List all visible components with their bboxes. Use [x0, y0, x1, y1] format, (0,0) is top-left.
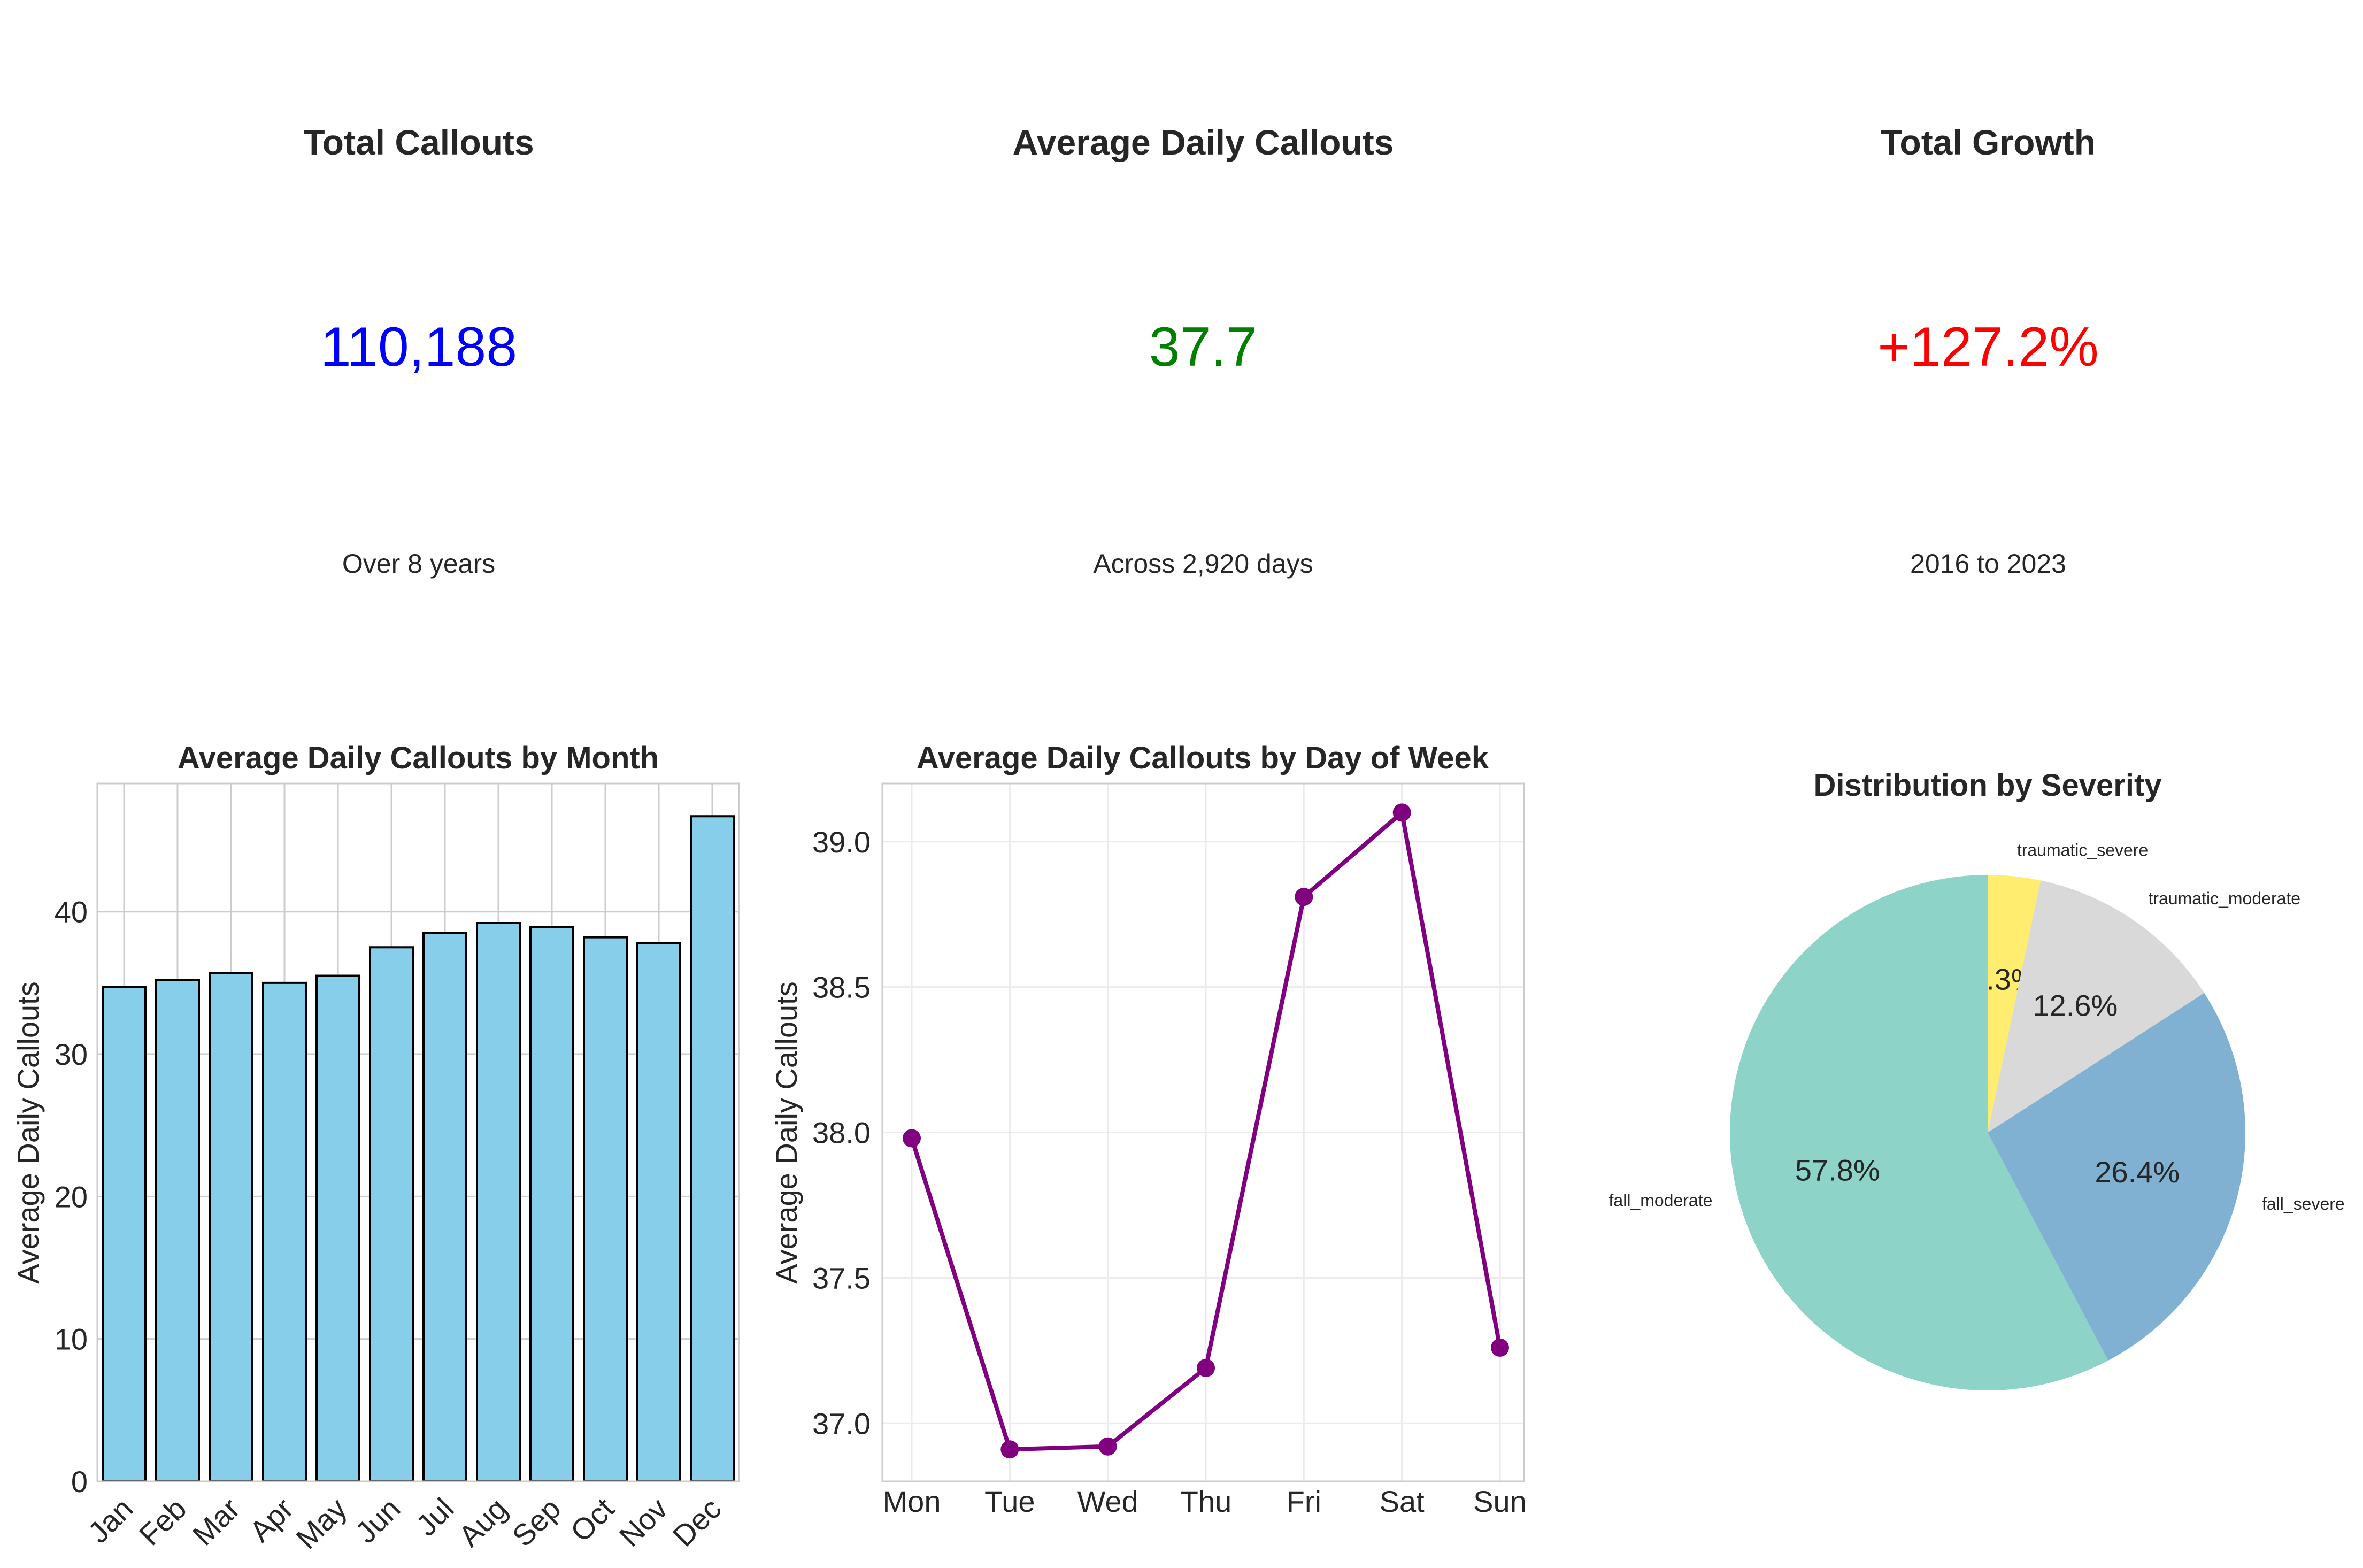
- bar: [102, 986, 147, 1482]
- bar-chart-y-axis-label: Average Daily Callouts: [11, 981, 45, 1283]
- data-point: [1098, 1437, 1117, 1456]
- bar: [369, 946, 414, 1482]
- pie-category-label: fall_moderate: [1609, 1191, 1713, 1210]
- line-chart-x-tick-label: Thu: [1180, 1485, 1232, 1518]
- bar-chart-x-tick-label: Sep: [505, 1492, 567, 1553]
- line-chart-y-tick-label: 38.5: [812, 971, 871, 1004]
- charts-canvas: Average Daily Callouts by Month Average …: [11, 741, 2345, 1555]
- bar-chart-y-tick-label: 20: [55, 1180, 88, 1213]
- bar-chart-x-tick-label: Apr: [243, 1492, 299, 1548]
- data-point: [1000, 1440, 1019, 1459]
- bar-chart-y-tick-label: 40: [55, 895, 88, 929]
- line-chart-x-tick-label: Fri: [1287, 1485, 1321, 1518]
- pie-category-label: traumatic_severe: [2017, 841, 2148, 860]
- line-chart-y-tick-label: 39.0: [812, 825, 871, 859]
- line-chart-x-tick-label: Mon: [883, 1485, 941, 1518]
- pie-percent-label: 26.4%: [2095, 1155, 2180, 1189]
- bar-chart-x-tick-label: Nov: [613, 1492, 674, 1553]
- data-point: [1392, 803, 1411, 822]
- bar-chart-x-tick-label: Jan: [81, 1492, 139, 1549]
- bar: [315, 974, 360, 1482]
- line-chart-x-tick-label: Tue: [984, 1485, 1035, 1518]
- line-chart-x-tick-label: Wed: [1077, 1485, 1138, 1518]
- bar-chart-x-tick-label: Jul: [409, 1492, 460, 1542]
- data-point: [1491, 1338, 1509, 1357]
- pie-percent-label: 57.8%: [1795, 1154, 1880, 1187]
- pie-category-label: fall_severe: [2262, 1194, 2345, 1213]
- weekday-line-chart: Average Daily Callouts by Day of Week Av…: [769, 741, 1527, 1518]
- bar: [262, 981, 307, 1483]
- monthly-bar-chart: Average Daily Callouts by Month Average …: [11, 741, 740, 1555]
- line-chart-y-tick-label: 38.0: [812, 1116, 871, 1150]
- bar: [209, 972, 253, 1482]
- data-point: [1295, 888, 1313, 906]
- bar-chart-x-tick-label: Aug: [452, 1492, 513, 1553]
- bar-chart-x-tick-label: Jun: [349, 1492, 406, 1549]
- line-chart-y-axis-label: Average Daily Callouts: [769, 981, 803, 1283]
- pie-percent-label: 12.6%: [2033, 989, 2118, 1023]
- line-chart-x-tick-label: Sun: [1473, 1485, 1527, 1518]
- line-chart-y-tick-label: 37.5: [812, 1261, 871, 1295]
- line-chart-title: Average Daily Callouts by Day of Week: [917, 741, 1489, 775]
- bar-chart-y-tick-label: 30: [55, 1037, 88, 1071]
- pie-category-label: traumatic_moderate: [2149, 889, 2301, 908]
- bar-chart-x-tick-label: Dec: [666, 1492, 728, 1553]
- bar-chart-x-tick-label: Feb: [133, 1492, 193, 1552]
- data-point: [1197, 1358, 1215, 1377]
- bar-chart-y-tick-label: 0: [71, 1465, 88, 1498]
- bar: [422, 932, 467, 1482]
- bar: [583, 936, 628, 1483]
- bar: [155, 979, 200, 1482]
- bar: [476, 922, 521, 1482]
- pie-chart-title: Distribution by Severity: [1813, 768, 2161, 803]
- bar-chart-x-tick-label: Oct: [564, 1492, 620, 1548]
- line-chart-x-tick-label: Sat: [1380, 1485, 1425, 1518]
- bar: [636, 942, 681, 1483]
- severity-pie-chart: Distribution by Severity 3.3%traumatic_s…: [1609, 768, 2345, 1390]
- bar-chart-y-tick-label: 10: [55, 1323, 88, 1356]
- data-point: [903, 1129, 921, 1148]
- bar: [690, 815, 735, 1482]
- line-chart-y-tick-label: 37.0: [812, 1406, 871, 1440]
- bar: [529, 926, 574, 1482]
- bar-chart-x-tick-label: Mar: [186, 1492, 247, 1552]
- bar-chart-x-tick-label: May: [289, 1492, 353, 1555]
- bar-chart-title: Average Daily Callouts by Month: [178, 741, 659, 775]
